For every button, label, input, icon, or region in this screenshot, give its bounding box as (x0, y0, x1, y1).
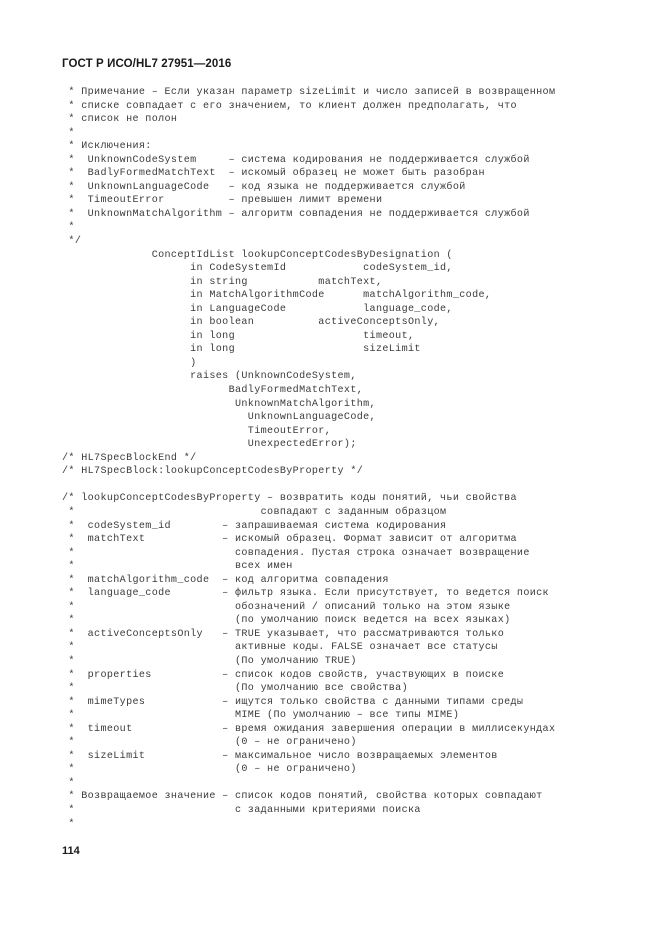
code-line: UnknownLanguageCode, (62, 412, 376, 424)
code-line: * (По умолчанию TRUE) (62, 655, 357, 667)
code-line: in long sizeLimit (62, 344, 421, 356)
code-line: * обозначений / описаний только на этом … (62, 601, 511, 613)
code-line: * (62, 777, 75, 789)
code-line: * (0 – не ограничено) (62, 764, 357, 776)
code-line: * (62, 222, 75, 234)
code-line: * UnknownLanguageCode – код языка не под… (62, 181, 466, 193)
code-line: UnknownMatchAlgorithm, (62, 398, 376, 410)
code-line: * активные коды. FALSE означает все стат… (62, 642, 498, 654)
code-line: * списке совпадает с его значением, то к… (62, 100, 517, 112)
code-line: /* HL7SpecBlock:lookupConceptCodesByProp… (62, 466, 364, 478)
code-line: * MIME (По умолчанию – все типы MIME) (62, 710, 460, 722)
code-line: */ (62, 236, 82, 248)
code-line: in MatchAlgorithmCode matchAlgorithm_cod… (62, 290, 492, 302)
code-line: * всех имен (62, 561, 293, 573)
code-line: TimeoutError, (62, 425, 332, 437)
code-line: BadlyFormedMatchText, (62, 385, 364, 397)
code-line: * matchAlgorithm_code – код алгоритма со… (62, 574, 389, 586)
code-line: in string matchText, (62, 276, 383, 288)
code-line: * BadlyFormedMatchText – искомый образец… (62, 168, 485, 180)
code-line: /* lookupConceptCodesByProperty – возвра… (62, 493, 517, 505)
code-line: raises (UnknownCodeSystem, (62, 371, 357, 383)
page-header-standard-title: ГОСТ Р ИСО/HL7 27951—2016 (62, 58, 232, 70)
code-line: * совпадают с заданным образцом (62, 506, 447, 518)
code-line: /* HL7SpecBlockEnd */ (62, 452, 197, 464)
code-line: * (0 – не ограничено) (62, 737, 357, 749)
document-page: ГОСТ Р ИСО/HL7 27951—2016 * Примечание –… (0, 0, 661, 935)
code-line: in boolean activeConceptsOnly, (62, 317, 441, 329)
page-number: 114 (62, 845, 80, 857)
code-line: * TimeoutError – превышен лимит времени (62, 195, 383, 207)
code-line: * (по умолчанию поиск ведется на всех яз… (62, 615, 511, 627)
code-line: in CodeSystemId codeSystem_id, (62, 263, 453, 275)
code-line: * Исключения: (62, 141, 152, 153)
code-line: ) (62, 357, 197, 369)
code-line: * совпадения. Пустая строка означает воз… (62, 547, 530, 559)
code-line: * mimeTypes – ищутся только свойства с д… (62, 696, 524, 708)
code-line: * (По умолчанию все свойства) (62, 683, 408, 695)
code-line: * UnknownCodeSystem – система кодировани… (62, 154, 530, 166)
code-line: * matchText – искомый образец. Формат за… (62, 534, 517, 546)
code-line: * sizeLimit – максимальное число возвращ… (62, 750, 498, 762)
code-line: * codeSystem_id – запрашиваемая система … (62, 520, 447, 532)
code-line: * activeConceptsOnly – TRUE указывает, ч… (62, 628, 505, 640)
code-line: UnexpectedError); (62, 439, 357, 451)
code-line: * timeout – время ожидания завершения оп… (62, 723, 556, 735)
code-line: * UnknownMatchAlgorithm – алгоритм совпа… (62, 208, 530, 220)
code-line: * language_code – фильтр языка. Если при… (62, 588, 549, 600)
code-line: in long timeout, (62, 330, 415, 342)
code-line: ConceptIdList lookupConceptCodesByDesign… (62, 249, 453, 261)
code-line: * (62, 818, 75, 830)
code-line: * с заданными критериями поиска (62, 804, 421, 816)
code-line: * Возвращаемое значение – список кодов п… (62, 791, 543, 803)
code-line: * Примечание – Если указан параметр size… (62, 87, 556, 98)
code-line: * список не полон (62, 114, 178, 126)
code-line: * properties – список кодов свойств, уча… (62, 669, 505, 681)
code-line: * (62, 127, 75, 139)
code-line: in LanguageCode language_code, (62, 303, 453, 315)
code-listing: * Примечание – Если указан параметр size… (62, 86, 622, 831)
